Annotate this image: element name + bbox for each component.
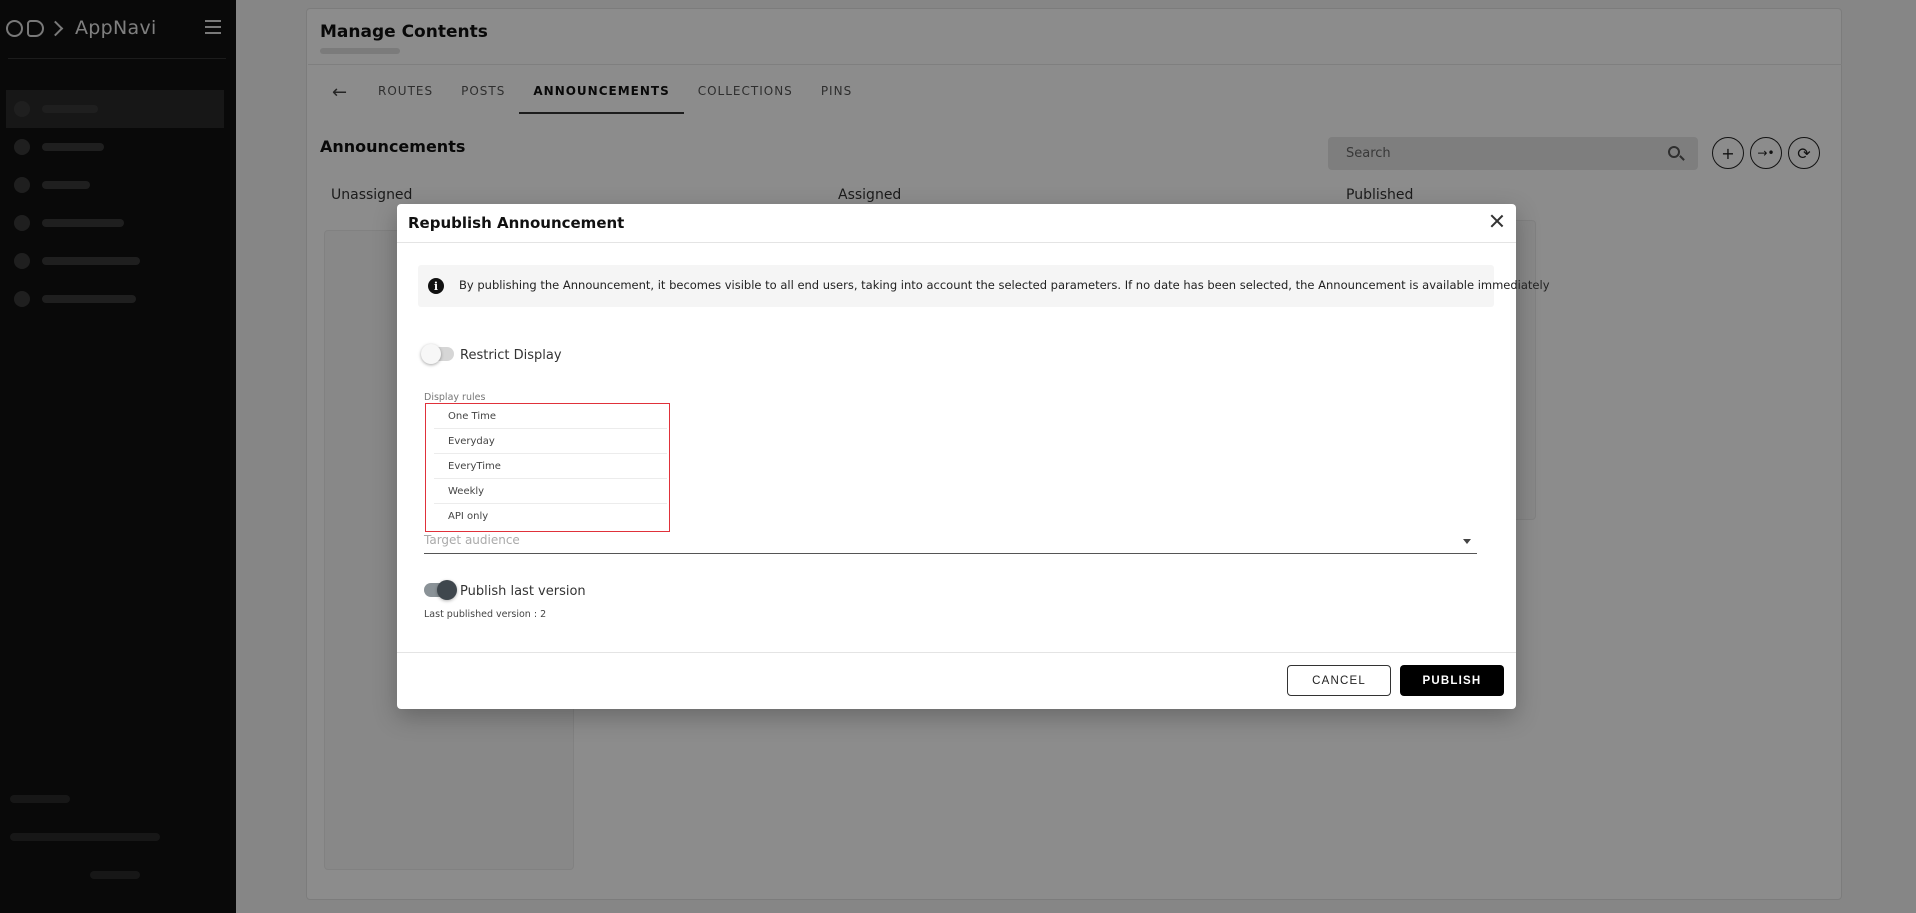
info-icon: i: [428, 278, 444, 294]
cancel-button[interactable]: CANCEL: [1287, 665, 1391, 696]
dialog-footer-divider: [397, 652, 1516, 653]
target-audience-placeholder: Target audience: [424, 533, 520, 547]
restrict-display-label: Restrict Display: [460, 348, 562, 363]
dropdown-option-everyday[interactable]: Everyday: [434, 429, 667, 454]
info-text: By publishing the Announcement, it becom…: [459, 278, 1550, 292]
publish-button[interactable]: PUBLISH: [1400, 665, 1504, 696]
dialog-title: Republish Announcement: [408, 214, 625, 232]
caret-down-icon[interactable]: [1463, 539, 1471, 544]
display-rules-label: Display rules: [424, 392, 486, 403]
publish-last-version-label: Publish last version: [460, 584, 586, 599]
dropdown-option-everytime[interactable]: EveryTime: [434, 454, 667, 479]
dropdown-option-one-time[interactable]: One Time: [434, 404, 667, 429]
display-rules-dropdown: One Time Everyday EveryTime Weekly API o…: [425, 403, 670, 532]
dropdown-option-weekly[interactable]: Weekly: [434, 479, 667, 504]
dialog-header-divider: [397, 242, 1516, 243]
restrict-display-toggle[interactable]: [421, 344, 454, 364]
republish-announcement-dialog: Republish Announcement i By publishing t…: [397, 204, 1550, 709]
dropdown-option-api-only[interactable]: API only: [434, 504, 667, 529]
last-published-version: Last published version : 2: [424, 609, 547, 620]
info-banner: i By publishing the Announcement, it bec…: [418, 265, 1550, 307]
close-icon[interactable]: [1488, 212, 1506, 230]
publish-last-version-toggle[interactable]: [424, 580, 457, 600]
target-audience-select[interactable]: Target audience: [424, 530, 1477, 554]
